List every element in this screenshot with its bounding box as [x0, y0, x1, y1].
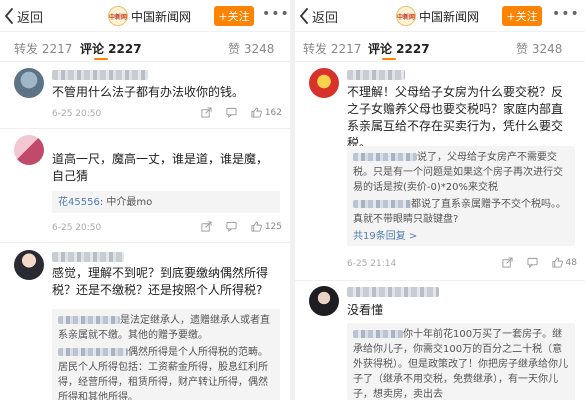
like-count: 48 [565, 257, 577, 268]
right-panel: 返回 中新网 中国新闻网 +关注 ••• 转发 2217 评论 2227 赞 3… [295, 0, 585, 400]
username[interactable] [347, 70, 405, 80]
top-bar: 返回 中新网 中国新闻网 +关注 ••• [0, 0, 290, 32]
like-button[interactable]: 48 [552, 257, 577, 268]
left-panel: 返回 中新网 中国新闻网 +关注 ••• 转发 2217 评论 2227 赞 3… [0, 0, 290, 400]
brand-logo: 中新网 [396, 6, 416, 26]
reply-text: 你十年前花100万买了一套房子。继承给你儿子，你需交100万的百分之二十税（意外… [353, 329, 568, 400]
reply-button[interactable] [527, 257, 538, 268]
share-button[interactable] [502, 257, 513, 268]
share-button[interactable] [201, 107, 212, 118]
reply-button[interactable] [226, 221, 237, 232]
reply-username[interactable] [58, 348, 128, 356]
comment-text: 道高一尺，魔高一丈，谁是道，谁是魔，自己猜 [52, 152, 269, 183]
reply-item: 偶然所得是个人所得税的范畴。居民个人所得包括：工资薪金所得，股息红利所得，经营所… [58, 345, 274, 400]
follow-button[interactable]: +关注 [214, 6, 254, 26]
tab-likes[interactable]: 赞 3248 [228, 40, 274, 57]
comment-icon [527, 257, 538, 268]
comment-icon [226, 221, 237, 232]
share-icon [201, 107, 212, 118]
like-button[interactable]: 162 [251, 107, 282, 118]
reply-username[interactable] [353, 153, 417, 161]
avatar[interactable] [14, 68, 44, 98]
tab-bar: 转发 2217 评论 2227 赞 3248 [0, 32, 290, 62]
account-name: 中国新闻网 [419, 10, 480, 24]
comment-text: 感觉，理解不到呢？到底要缴纳偶然所得税？还是不缴税？还是按照个人所得税? [52, 266, 269, 297]
comment-item: 不管用什么法子都有办法收你的钱。 6-25 20:50 162 [0, 62, 290, 128]
reply-text: : 中介最mo [99, 197, 153, 208]
reply-username[interactable]: 花45556 [58, 197, 100, 208]
comment-text: 不管用什么法子都有办法收你的钱。 [52, 85, 245, 99]
comment-text: 没看懂 [347, 303, 384, 317]
chevron-left-icon [4, 8, 13, 24]
share-icon [502, 257, 513, 268]
username[interactable] [52, 70, 148, 80]
avatar[interactable] [309, 286, 339, 316]
reply-item: 都说了直系亲属赠予不交个税吗。。真就不带眼睛只敲键盘? [353, 197, 569, 227]
avatar[interactable] [14, 250, 44, 280]
avatar[interactable] [309, 68, 339, 98]
back-button[interactable]: 返回 [4, 5, 43, 27]
reply-username[interactable] [58, 316, 120, 324]
comment-item: 不理解！父母给子女房为什么要交税？反之子女赡养父母也要交税吗？家庭内部直系亲属互… [295, 62, 585, 280]
like-count: 162 [264, 107, 282, 118]
reply-preview[interactable]: 你十年前花100万买了一套房子。继承给你儿子，你需交100万的百分之二十税（意外… [347, 323, 575, 400]
active-tab-indicator [382, 58, 396, 60]
like-count: 125 [264, 221, 282, 232]
username[interactable] [52, 252, 124, 262]
avatar[interactable] [14, 135, 44, 165]
username[interactable] [347, 287, 439, 297]
share-icon [201, 221, 212, 232]
reply-item: 说了，父母给子女房产不需要交税。只是有一个问题是如果这个房子再次进行交易的话是按… [353, 150, 569, 195]
comment-time: 6-25 21:14 [347, 259, 397, 269]
follow-button[interactable]: +关注 [502, 6, 542, 26]
reply-item: 你十年前花100万买了一套房子。继承给你儿子，你需交100万的百分之二十税（意外… [353, 327, 569, 400]
reply-preview[interactable]: 花45556: 中介最mo [52, 191, 280, 213]
thumbs-up-icon [251, 107, 262, 118]
tab-comments[interactable]: 评论 2227 [80, 40, 142, 57]
active-tab-indicator [94, 58, 108, 60]
comment-actions: 125 [201, 221, 282, 232]
back-button[interactable]: 返回 [299, 5, 338, 27]
more-options-icon[interactable]: ••• [552, 6, 580, 22]
comment-icon [226, 107, 237, 118]
comment-time: 6-25 20:50 [52, 223, 102, 233]
reply-username[interactable] [353, 330, 403, 338]
chevron-left-icon [299, 8, 308, 24]
comment-text: 不理解！父母给子女房为什么要交税？反之子女赡养父母也要交税吗？家庭内部直系亲属互… [347, 85, 564, 150]
more-replies-link[interactable]: 共19条回复 > [353, 229, 569, 244]
tab-likes[interactable]: 赞 3248 [516, 40, 562, 57]
more-options-icon[interactable]: ••• [262, 6, 290, 22]
top-bar: 返回 中新网 中国新闻网 +关注 ••• [295, 0, 585, 32]
tab-repost[interactable]: 转发 2217 [303, 40, 361, 57]
comment-time: 6-25 20:50 [52, 109, 102, 119]
reply-preview[interactable]: 是法定继承人，遗赠继承人或者直系亲属就不缴。其他的赠予要缴。 偶然所得是个人所得… [52, 309, 280, 400]
thumbs-up-icon [251, 221, 262, 232]
comment-actions: 162 [201, 107, 282, 118]
tab-repost[interactable]: 转发 2217 [14, 40, 72, 57]
comment-item: 道高一尺，魔高一丈，谁是道，谁是魔，自己猜 花45556: 中介最mo 6-25… [0, 129, 290, 242]
account-name: 中国新闻网 [131, 10, 192, 24]
reply-username[interactable] [353, 200, 411, 208]
comment-item: 感觉，理解不到呢？到底要缴纳偶然所得税？还是不缴税？还是按照个人所得税? 是法定… [0, 243, 290, 400]
reply-item: 是法定继承人，遗赠继承人或者直系亲属就不缴。其他的赠予要缴。 [58, 313, 274, 343]
tab-comments[interactable]: 评论 2227 [368, 40, 430, 57]
back-label: 返回 [17, 10, 44, 26]
tab-bar: 转发 2217 评论 2227 赞 3248 [295, 32, 585, 62]
reply-button[interactable] [226, 107, 237, 118]
like-button[interactable]: 125 [251, 221, 282, 232]
back-label: 返回 [312, 10, 339, 26]
brand-logo: 中新网 [108, 6, 128, 26]
comment-item: 没看懂 你十年前花100万买了一套房子。继承给你儿子，你需交100万的百分之二十… [295, 281, 585, 400]
comment-actions: 48 [502, 257, 577, 268]
thumbs-up-icon [552, 257, 563, 268]
share-button[interactable] [201, 221, 212, 232]
reply-preview[interactable]: 说了，父母给子女房产不需要交税。只是有一个问题是如果这个房子再次进行交易的话是按… [347, 146, 575, 246]
